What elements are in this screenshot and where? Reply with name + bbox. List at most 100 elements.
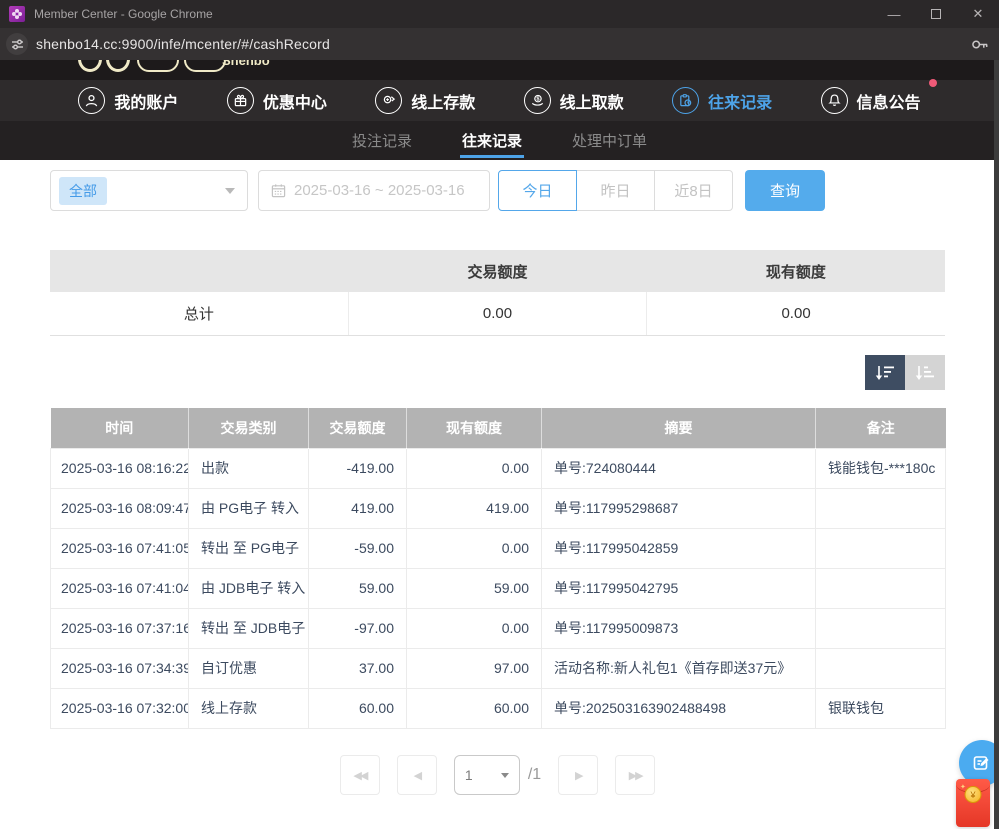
calendar-icon <box>271 183 286 198</box>
table-cell: 钱能钱包-***180c <box>816 448 946 488</box>
yesterday-button[interactable]: 昨日 <box>576 170 655 211</box>
transaction-type-select[interactable]: 全部 <box>50 170 248 211</box>
sort-descending-icon <box>874 364 896 382</box>
left-arrow-icon: ◀ <box>414 769 420 782</box>
password-key-icon[interactable] <box>970 35 989 54</box>
address-bar[interactable]: shenbo14.cc:9900/infe/mcenter/#/cashReco… <box>36 36 330 52</box>
table-cell: 2025-03-16 07:41:04 <box>51 568 189 608</box>
records-icon <box>672 87 699 114</box>
double-right-arrow-icon: ▶▶ <box>629 769 642 782</box>
first-page-button[interactable]: ◀◀ <box>340 755 380 795</box>
table-cell: 0.00 <box>407 528 542 568</box>
chevron-down-icon <box>501 773 509 778</box>
table-cell: 0.00 <box>407 448 542 488</box>
tab-cash-records[interactable]: 往来记录 <box>460 121 524 160</box>
nav-item-deposit[interactable]: 线上存款 <box>375 87 475 114</box>
pagination: ◀◀ ◀ 1 /1 ▶ ▶▶ <box>50 755 945 795</box>
header-pill-button-2[interactable] <box>184 60 226 72</box>
prev-page-button[interactable]: ◀ <box>397 755 437 795</box>
brand-name: Shenbo <box>222 60 270 68</box>
right-arrow-icon: ▶ <box>575 769 581 782</box>
sort-descending-button[interactable] <box>865 355 905 390</box>
bell-icon <box>821 87 848 114</box>
tab-pending-orders[interactable]: 处理中订单 <box>570 121 649 160</box>
logo-arc-right <box>106 60 130 72</box>
quick-date-group: 今日 昨日 近8日 <box>498 170 733 211</box>
table-cell <box>816 528 946 568</box>
browser-titlebar: Member Center - Google Chrome — ✕ <box>0 0 999 28</box>
table-row: 2025-03-16 07:32:00线上存款60.0060.00单号:2025… <box>51 688 946 728</box>
sort-ascending-button[interactable] <box>905 355 945 390</box>
window-title: Member Center - Google Chrome <box>34 7 213 21</box>
notification-badge <box>929 79 937 87</box>
cash-record-page: 全部 2025-03-16 ~ 2025-03-16 今日 昨日 近8日 查询 … <box>0 160 999 829</box>
table-cell: 出款 <box>189 448 309 488</box>
table-cell: 59.00 <box>309 568 407 608</box>
table-cell <box>816 568 946 608</box>
table-row: 2025-03-16 07:41:05转出 至 PG电子-59.000.00单号… <box>51 528 946 568</box>
active-tab-underline <box>460 155 524 158</box>
tab-bet-records[interactable]: 投注记录 <box>350 121 414 160</box>
table-row: 2025-03-16 07:34:39自订优惠37.0097.00活动名称:新人… <box>51 648 946 688</box>
header-pill-button-1[interactable] <box>137 60 179 72</box>
nav-label: 优惠中心 <box>263 89 327 113</box>
nav-label: 我的账户 <box>114 89 178 113</box>
last-page-button[interactable]: ▶▶ <box>615 755 655 795</box>
page-select[interactable]: 1 <box>454 755 520 795</box>
header-amount: 交易额度 <box>309 408 407 448</box>
browser-toolbar: shenbo14.cc:9900/infe/mcenter/#/cashReco… <box>0 28 999 60</box>
site-settings-icon[interactable] <box>6 33 28 55</box>
table-cell: 0.00 <box>407 608 542 648</box>
summary-header-empty <box>50 250 348 292</box>
nav-item-announcements[interactable]: 信息公告 <box>821 87 921 114</box>
nav-label: 线上存款 <box>411 89 475 113</box>
table-cell: 2025-03-16 07:37:16 <box>51 608 189 648</box>
search-button[interactable]: 查询 <box>745 170 825 211</box>
maximize-button[interactable] <box>915 0 957 28</box>
table-cell: 单号:117995042795 <box>542 568 816 608</box>
chevron-down-icon <box>225 188 235 194</box>
today-button[interactable]: 今日 <box>498 170 577 211</box>
table-cell: 单号:724080444 <box>542 448 816 488</box>
nav-item-withdraw[interactable]: $ 线上取款 <box>524 87 624 114</box>
table-cell: 线上存款 <box>189 688 309 728</box>
table-cell: 60.00 <box>407 688 542 728</box>
table-cell: 单号:117995009873 <box>542 608 816 648</box>
table-cell <box>816 608 946 648</box>
red-envelope-promo[interactable]: ✦ ¥ <box>956 779 990 827</box>
nav-label: 线上取款 <box>560 89 624 113</box>
table-cell <box>816 648 946 688</box>
table-row: 2025-03-16 07:41:04由 JDB电子 转入59.0059.00单… <box>51 568 946 608</box>
table-cell: 自订优惠 <box>189 648 309 688</box>
table-cell: 419.00 <box>309 488 407 528</box>
user-icon <box>78 87 105 114</box>
last8days-button[interactable]: 近8日 <box>654 170 733 211</box>
table-cell: 2025-03-16 07:41:05 <box>51 528 189 568</box>
records-table: 时间 交易类别 交易额度 现有额度 摘要 备注 2025-03-16 08:16… <box>50 408 946 729</box>
summary-header-transaction: 交易额度 <box>348 250 646 292</box>
compose-icon <box>972 753 992 773</box>
table-cell: -59.00 <box>309 528 407 568</box>
next-page-button[interactable]: ▶ <box>558 755 598 795</box>
table-cell: 单号:117995042859 <box>542 528 816 568</box>
page-scrollbar[interactable] <box>994 60 999 829</box>
records-table-body: 2025-03-16 08:16:22出款-419.000.00单号:72408… <box>51 448 946 728</box>
date-range-input[interactable]: 2025-03-16 ~ 2025-03-16 <box>258 170 490 211</box>
nav-item-promotions[interactable]: 优惠中心 <box>227 87 327 114</box>
table-cell: 97.00 <box>407 648 542 688</box>
table-cell: 37.00 <box>309 648 407 688</box>
nav-item-my-account[interactable]: 我的账户 <box>78 87 178 114</box>
withdraw-icon: $ <box>524 87 551 114</box>
nav-label: 往来记录 <box>708 89 772 113</box>
main-navbar: 我的账户 优惠中心 线上存款 $ 线上取款 往来记录 信息公告 <box>0 80 999 121</box>
table-cell: 由 JDB电子 转入 <box>189 568 309 608</box>
table-row: 2025-03-16 07:37:16转出 至 JDB电子-97.000.00单… <box>51 608 946 648</box>
record-tabbar: 投注记录 往来记录 处理中订单 <box>0 121 999 160</box>
header-summary: 摘要 <box>542 408 816 448</box>
minimize-button[interactable]: — <box>873 0 915 28</box>
nav-item-cash-records[interactable]: 往来记录 <box>672 87 772 114</box>
maximize-icon <box>931 9 941 19</box>
close-button[interactable]: ✕ <box>957 0 999 28</box>
table-cell: 单号:202503163902488498 <box>542 688 816 728</box>
summary-balance-total: 0.00 <box>647 292 945 335</box>
